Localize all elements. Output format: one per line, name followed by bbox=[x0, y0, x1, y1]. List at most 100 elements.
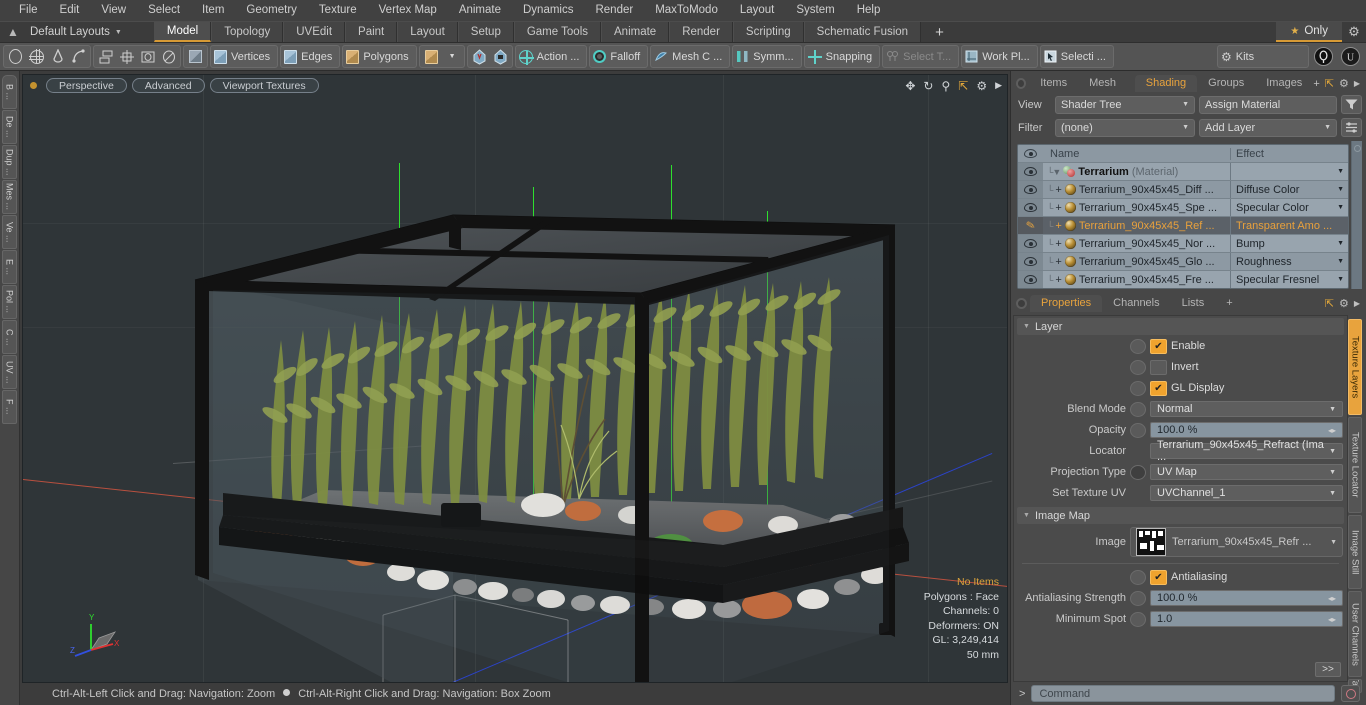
shader-tree[interactable]: Name Effect └▼ Terrarium (Material) ▼ └ … bbox=[1017, 144, 1349, 289]
gear-icon[interactable]: ⚙ bbox=[1339, 77, 1349, 90]
tab-render[interactable]: Render bbox=[669, 22, 733, 42]
pan-icon[interactable]: ✥ bbox=[905, 79, 915, 93]
menu-item-item[interactable]: Item bbox=[191, 0, 235, 21]
expand-icon[interactable]: ⇱ bbox=[1325, 77, 1334, 90]
select-through-button[interactable]: Select T... bbox=[884, 46, 957, 67]
menu-item-animate[interactable]: Animate bbox=[448, 0, 512, 21]
eye-icon[interactable] bbox=[1018, 235, 1043, 252]
gl-display-knob[interactable] bbox=[1130, 380, 1146, 396]
home-icon[interactable]: ▲ bbox=[0, 22, 26, 42]
gear-icon[interactable]: ⚙ bbox=[1339, 297, 1349, 310]
chevron-right-icon[interactable]: ▶ bbox=[1354, 79, 1360, 88]
menu-item-edit[interactable]: Edit bbox=[49, 0, 91, 21]
left-rail-tab-deform[interactable]: De ... bbox=[2, 110, 17, 144]
funnel-icon[interactable] bbox=[1341, 95, 1362, 114]
command-input[interactable]: Command bbox=[1031, 685, 1335, 702]
chevron-down-icon[interactable]: ▼ bbox=[442, 46, 463, 67]
enable-checkbox[interactable]: ✔ bbox=[1150, 338, 1167, 354]
antialiasing-strength-field[interactable]: 100.0 % ◂▸ bbox=[1150, 590, 1343, 606]
menu-item-geometry[interactable]: Geometry bbox=[235, 0, 308, 21]
expand-plus-icon[interactable]: + bbox=[1055, 238, 1061, 250]
side-tab-texture-locator[interactable]: Texture Locator bbox=[1348, 417, 1362, 513]
record-icon[interactable] bbox=[1341, 685, 1360, 702]
menu-item-file[interactable]: File bbox=[8, 0, 49, 21]
selection-sets-button[interactable]: Selecti ... bbox=[1042, 46, 1112, 67]
expand-icon[interactable]: ⇱ bbox=[1325, 297, 1334, 310]
menu-item-maxtomodo[interactable]: MaxToModo bbox=[644, 0, 729, 21]
layer-section-header[interactable]: ▼ Layer bbox=[1017, 318, 1344, 335]
tab-setup[interactable]: Setup bbox=[457, 22, 514, 42]
spinner-icon[interactable]: ◂▸ bbox=[1328, 615, 1336, 624]
brush-icon[interactable]: ✎ bbox=[1018, 217, 1043, 234]
expand-plus-icon[interactable]: + bbox=[1055, 220, 1061, 232]
left-rail-tab-polygon[interactable]: Pol ... bbox=[2, 285, 17, 319]
gear-icon[interactable]: ⚙ bbox=[976, 79, 987, 93]
left-rail-tab-fusion[interactable]: F ... bbox=[2, 390, 17, 424]
polygons-mode-button[interactable]: Polygons bbox=[344, 46, 414, 67]
work-plane-button[interactable]: Work Pl... bbox=[963, 46, 1035, 67]
layout-selector[interactable]: Default Layouts ▼ bbox=[26, 22, 132, 42]
table-row[interactable]: ✎ └ + Terrarium_90x45x45_Ref ... Transpa… bbox=[1018, 216, 1348, 234]
menu-item-select[interactable]: Select bbox=[137, 0, 191, 21]
menu-item-render[interactable]: Render bbox=[584, 0, 644, 21]
table-row[interactable]: └ + Terrarium_90x45x45_Glo ... Roughness… bbox=[1018, 252, 1348, 270]
3d-viewport[interactable]: Perspective Advanced Viewport Textures ✥… bbox=[22, 74, 1008, 683]
antialiasing-knob[interactable] bbox=[1130, 569, 1146, 585]
box-icon[interactable] bbox=[137, 46, 158, 67]
eye-icon[interactable] bbox=[1018, 253, 1043, 270]
tab-groups[interactable]: Groups bbox=[1197, 75, 1255, 92]
ellipse-icon[interactable] bbox=[5, 46, 26, 67]
table-row[interactable]: └ + Terrarium_90x45x45_Spe ... Specular … bbox=[1018, 198, 1348, 216]
tab-animate[interactable]: Animate bbox=[601, 22, 670, 42]
shader-view-dropdown[interactable]: Shader Tree ▼ bbox=[1055, 95, 1195, 114]
panel-menu-icon[interactable] bbox=[1016, 78, 1027, 89]
play-icon[interactable]: ▶ bbox=[995, 80, 1002, 91]
set-texture-uv-dropdown[interactable]: UVChannel_1 ▼ bbox=[1150, 485, 1343, 501]
only-toggle-button[interactable]: ★ Only bbox=[1276, 22, 1342, 42]
spinner-icon[interactable]: ◂▸ bbox=[1328, 594, 1336, 603]
opacity-field[interactable]: 100.0 % ◂▸ bbox=[1150, 422, 1343, 438]
locator-dropdown[interactable]: Terrarium_90x45x45_Refract (Ima ... ▼ bbox=[1150, 439, 1343, 463]
symmetry-button[interactable]: Symm... bbox=[734, 46, 799, 67]
tab-properties[interactable]: Properties bbox=[1030, 295, 1103, 312]
tab-schematic-fusion[interactable]: Schematic Fusion bbox=[803, 22, 922, 42]
left-rail-tab-duplicate[interactable]: Dup ... bbox=[2, 145, 17, 179]
left-rail-tab-edge[interactable]: E ... bbox=[2, 250, 17, 284]
viewport-advanced-button[interactable]: Advanced bbox=[131, 78, 205, 93]
vertices-mode-button[interactable]: Vertices bbox=[212, 46, 276, 67]
blend-mode-dropdown[interactable]: Normal ▼ bbox=[1150, 401, 1343, 417]
viewport-textures-button[interactable]: Viewport Textures bbox=[209, 78, 319, 93]
enable-knob[interactable] bbox=[1130, 338, 1146, 354]
menu-item-help[interactable]: Help bbox=[846, 0, 892, 21]
tab-scripting[interactable]: Scripting bbox=[732, 22, 804, 42]
chevron-right-icon[interactable]: ▶ bbox=[1354, 299, 1360, 308]
opacity-knob[interactable] bbox=[1130, 422, 1146, 438]
minimum-spot-knob[interactable] bbox=[1130, 611, 1146, 627]
menu-item-vertex-map[interactable]: Vertex Map bbox=[368, 0, 448, 21]
menu-item-texture[interactable]: Texture bbox=[308, 0, 368, 21]
tab-items[interactable]: Items bbox=[1029, 75, 1078, 92]
spinner-icon[interactable]: ◂▸ bbox=[1328, 426, 1336, 435]
tab-uvedit[interactable]: UVEdit bbox=[283, 22, 346, 42]
projection-type-knob[interactable] bbox=[1130, 464, 1146, 480]
viewport-perspective-button[interactable]: Perspective bbox=[46, 78, 127, 93]
expand-plus-icon[interactable]: + bbox=[1055, 256, 1061, 268]
table-row[interactable]: └ + Terrarium_90x45x45_Nor ... Bump ▼ bbox=[1018, 234, 1348, 252]
shader-tree-scrollbar[interactable] bbox=[1351, 141, 1362, 289]
left-rail-tab-mesh[interactable]: Mes ... bbox=[2, 180, 17, 214]
tab-shading[interactable]: Shading bbox=[1134, 75, 1198, 92]
action-center-button[interactable]: Action ... bbox=[517, 46, 586, 67]
snapping-button[interactable]: Snapping bbox=[806, 46, 879, 67]
modo-icon[interactable] bbox=[1311, 46, 1336, 67]
panel-menu-icon[interactable] bbox=[1016, 298, 1027, 309]
expand-plus-icon[interactable]: + bbox=[1055, 202, 1061, 214]
tab-paint[interactable]: Paint bbox=[345, 22, 398, 42]
table-row[interactable]: └▼ Terrarium (Material) ▼ bbox=[1018, 162, 1348, 180]
rotate-icon[interactable]: ↻ bbox=[923, 79, 933, 93]
invert-knob[interactable] bbox=[1130, 359, 1146, 375]
left-rail-tab-vertex[interactable]: Ve ... bbox=[2, 215, 17, 249]
tab-channels[interactable]: Channels bbox=[1102, 295, 1170, 312]
add-icon[interactable]: + bbox=[1313, 78, 1319, 90]
more-options-button[interactable]: >> bbox=[1315, 662, 1341, 677]
left-rail-tab-command[interactable]: C ... bbox=[2, 320, 17, 354]
